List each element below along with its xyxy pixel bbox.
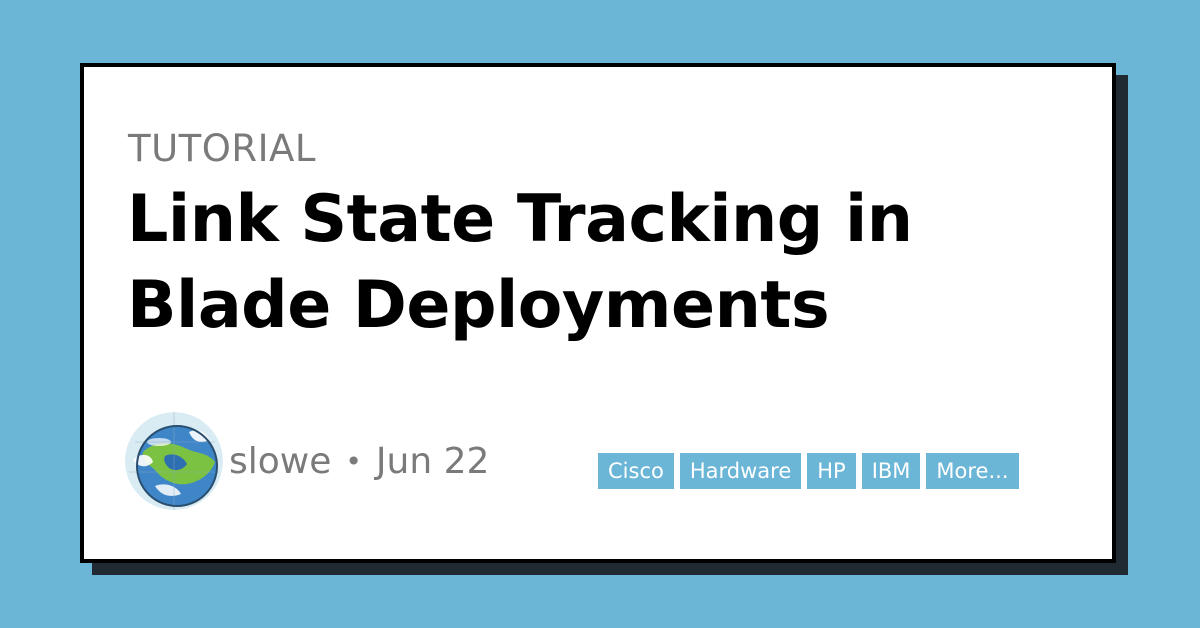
- author-row: slowe • Jun 22: [125, 412, 489, 510]
- post-category: TUTORIAL: [128, 127, 316, 170]
- post-date: Jun 22: [375, 440, 490, 482]
- tag-more[interactable]: More...: [926, 453, 1019, 489]
- author-name[interactable]: slowe: [229, 441, 331, 482]
- post-card[interactable]: TUTORIAL Link State Tracking in Blade De…: [80, 63, 1116, 563]
- meta-separator: •: [345, 444, 362, 478]
- tag-hp[interactable]: HP: [807, 453, 856, 489]
- tag-hardware[interactable]: Hardware: [679, 453, 802, 489]
- author-avatar[interactable]: [125, 412, 223, 510]
- post-meta: slowe • Jun 22: [229, 441, 489, 482]
- tag-list: Cisco Hardware HP IBM More...: [598, 453, 1019, 489]
- tag-ibm[interactable]: IBM: [861, 453, 921, 489]
- globe-avatar-icon: [125, 412, 223, 510]
- tag-cisco[interactable]: Cisco: [598, 453, 674, 489]
- post-title[interactable]: Link State Tracking in Blade Deployments: [127, 177, 1007, 349]
